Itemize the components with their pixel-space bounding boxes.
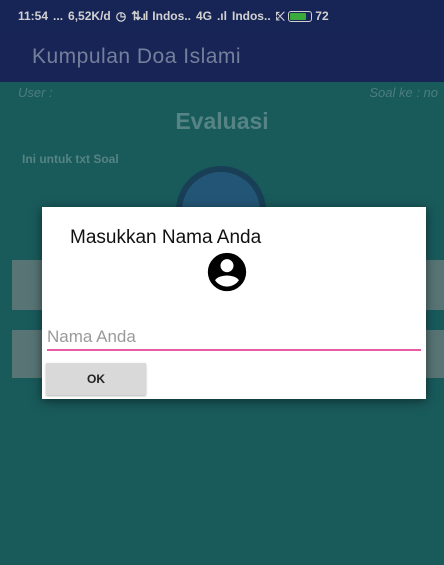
account-circle-icon xyxy=(207,252,247,292)
name-input[interactable] xyxy=(47,325,421,351)
ok-button[interactable]: OK xyxy=(46,363,146,395)
name-dialog: Masukkan Nama Anda OK xyxy=(42,207,426,399)
dialog-title: Masukkan Nama Anda xyxy=(70,227,262,248)
